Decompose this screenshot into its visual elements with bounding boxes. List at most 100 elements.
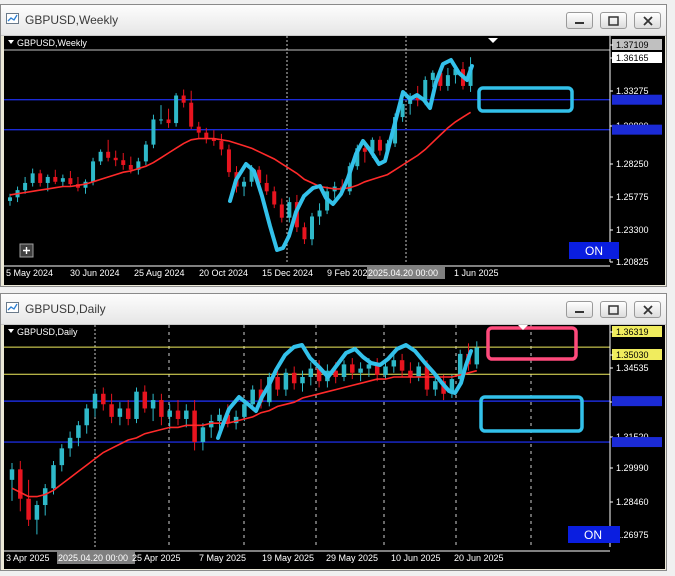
candle-body [272, 191, 277, 205]
weekly-chart-canvas: 1.371091.361651.332751.308001.282501.257… [4, 36, 665, 279]
close-button[interactable] [634, 12, 661, 29]
candle-body [109, 404, 114, 417]
restore-button[interactable] [600, 12, 627, 29]
price-tick-label: 1.36165 [616, 53, 649, 63]
candle-body [430, 72, 435, 80]
candle-body [8, 197, 12, 201]
weekly-price-chart[interactable]: 1.371091.361651.332751.308001.282501.257… [4, 36, 665, 285]
candle-body [219, 141, 224, 150]
price-tick-label: 1.36319 [616, 327, 649, 337]
candle-body [184, 410, 189, 419]
candle-body [175, 410, 181, 419]
close-button[interactable] [634, 301, 661, 318]
candle-body [128, 164, 133, 170]
candle-body [317, 210, 322, 217]
chart-menu-triangle-icon[interactable] [8, 40, 14, 44]
candle-body [362, 148, 367, 152]
price-tick-label: 1.25775 [616, 192, 649, 202]
candle-body [275, 376, 280, 390]
price-tick-label: 1.29990 [616, 463, 649, 473]
candle-body [416, 366, 421, 377]
time-tick-label: 30 Jun 2024 [70, 268, 120, 278]
candle-body [68, 178, 73, 185]
shift-marker-icon[interactable] [488, 38, 498, 43]
weekly-chart-window[interactable]: GBPUSD,Weekly 1.371091.361651.332751.308… [0, 4, 667, 287]
restore-button[interactable] [600, 301, 627, 318]
candle-body [53, 176, 58, 182]
candle-body [167, 410, 172, 417]
drawn-trend-path[interactable] [216, 343, 473, 440]
candle-body [38, 173, 43, 183]
candle-body [250, 389, 255, 405]
candle-body [291, 372, 297, 384]
minimize-button[interactable] [566, 301, 593, 318]
candle-body [377, 139, 382, 151]
candle-body [283, 372, 289, 390]
time-tick-label: 25 Apr 2025 [132, 553, 181, 563]
candle-body [134, 391, 139, 419]
minimize-icon [575, 22, 584, 24]
candle-body [310, 216, 314, 240]
candle-body [113, 157, 118, 161]
price-tick-label: 1.35030 [616, 350, 649, 360]
window-titlebar[interactable]: GBPUSD,Daily [1, 294, 666, 325]
price-tick-label: 1.37109 [616, 40, 649, 50]
level-price-tag [612, 94, 662, 105]
candle-body [84, 408, 89, 426]
chart-window-icon [6, 13, 19, 24]
candle-body [159, 400, 164, 417]
candle-body [204, 132, 209, 139]
candle-body [92, 393, 98, 409]
candle-body [200, 427, 206, 443]
candle-body [391, 360, 397, 367]
candle-body [98, 151, 103, 162]
candle-body [42, 488, 48, 506]
chart-menu-triangle-icon[interactable] [8, 329, 14, 333]
candle-body [121, 160, 126, 165]
price-tick-label: 1.34535 [616, 363, 649, 373]
candle-body [60, 178, 65, 182]
candle-body [9, 469, 15, 480]
candle-body [383, 366, 388, 375]
candle-body [423, 79, 428, 101]
candle-body [445, 75, 450, 86]
window-title: GBPUSD,Weekly [25, 13, 119, 27]
resistance-zone-box[interactable] [486, 326, 578, 361]
close-icon [643, 16, 653, 26]
candle-body [76, 425, 81, 438]
minimize-button[interactable] [566, 12, 593, 29]
candle-body [308, 368, 314, 377]
candle-body [166, 119, 171, 124]
candle-body [151, 119, 156, 145]
candle-body [18, 469, 23, 499]
price-tick-label: 1.28250 [616, 159, 649, 169]
candle-body [143, 144, 148, 162]
daily-chart-window[interactable]: GBPUSD,Daily 1.363191.350301.345351.3300… [0, 293, 667, 571]
time-tick-label: 9 Feb 202 [327, 268, 368, 278]
candle-body [106, 151, 111, 158]
window-title: GBPUSD,Daily [25, 302, 106, 316]
candle-body [117, 408, 123, 417]
candle-body [279, 204, 284, 218]
candle-body [217, 414, 222, 422]
time-tick-label: 2025.04.20 00:00 [58, 553, 128, 563]
chart-symbol-label: GBPUSD,Weekly [17, 38, 87, 48]
time-tick-label: 7 May 2025 [199, 553, 246, 563]
candle-body [181, 95, 186, 103]
candle-body [408, 370, 413, 377]
candle-body [142, 391, 148, 409]
candle-body [125, 408, 131, 419]
chart-window-icon [6, 302, 19, 313]
candle-body [174, 95, 179, 124]
candle-body [474, 347, 480, 365]
on-indicator-label: ON [585, 244, 603, 258]
time-tick-label: 20 Oct 2024 [199, 268, 248, 278]
time-tick-label: 5 May 2024 [6, 268, 53, 278]
candle-body [302, 227, 307, 240]
daily-price-chart[interactable]: 1.363191.350301.345351.330001.315201.299… [4, 325, 665, 569]
candle-body [67, 437, 73, 449]
time-tick-label: 2025.04.20 00:00 [368, 268, 438, 278]
window-titlebar[interactable]: GBPUSD,Weekly [1, 5, 666, 36]
price-tick-label: 1.23300 [616, 225, 649, 235]
level-price-tag [612, 396, 662, 407]
